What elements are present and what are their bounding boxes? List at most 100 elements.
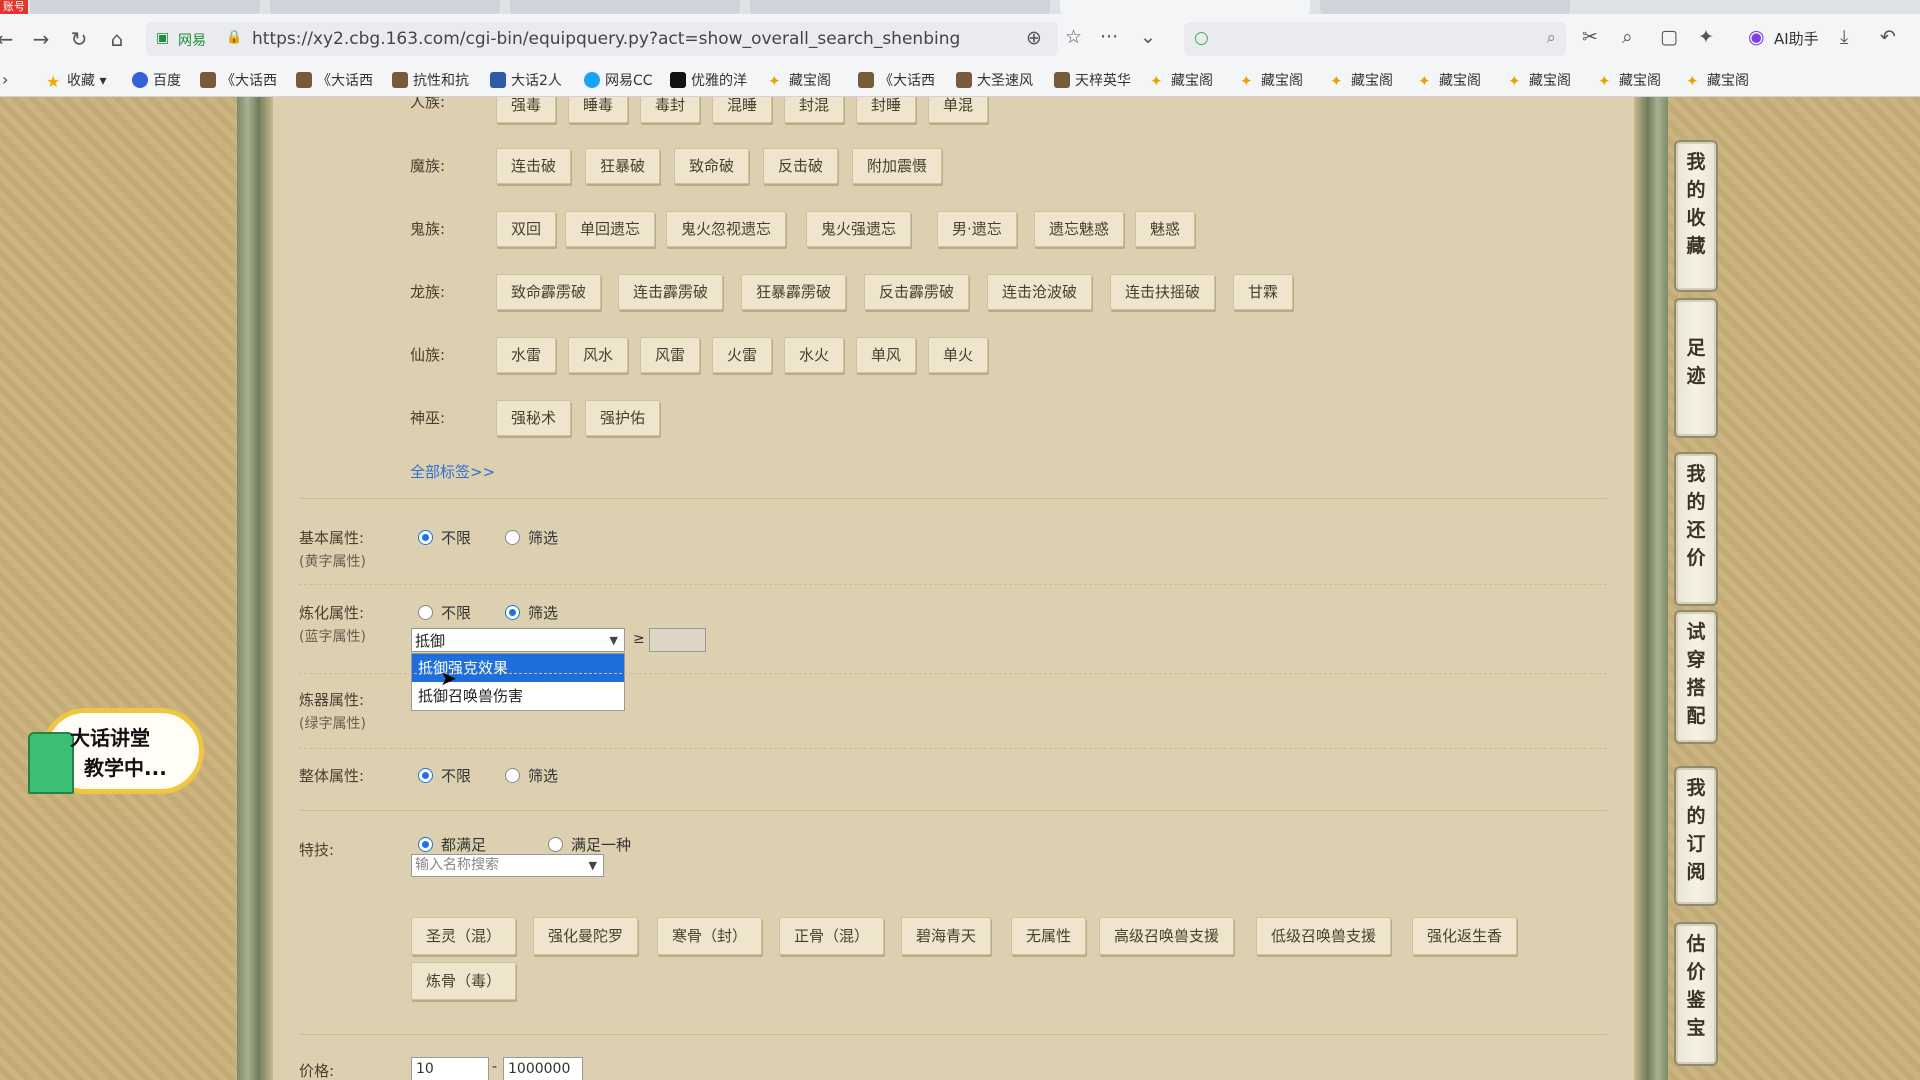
- tag-button[interactable]: 风水: [568, 337, 629, 373]
- skill-tag[interactable]: 正骨（混）: [779, 917, 885, 955]
- tag-button[interactable]: 封混: [784, 97, 845, 123]
- skill-tag[interactable]: 高级召唤兽支援: [1099, 917, 1235, 955]
- tag-button[interactable]: 单回遗忘: [565, 211, 656, 247]
- bookmark-item[interactable]: ✦ 藏宝阁: [1150, 70, 1213, 90]
- browser-tab[interactable]: [270, 0, 500, 14]
- skill-tag[interactable]: 低级召唤兽支援: [1256, 917, 1392, 955]
- tag-button[interactable]: 连击沧波破: [987, 274, 1093, 310]
- browser-tab-active[interactable]: [1060, 0, 1310, 14]
- tag-button[interactable]: 连击破: [496, 148, 572, 184]
- skill-tag[interactable]: 强化曼陀罗: [533, 917, 639, 955]
- skill-tag[interactable]: 强化返生香: [1412, 917, 1518, 955]
- bookmark-item[interactable]: 《大话西: [296, 70, 373, 90]
- download-page-icon[interactable]: ⊕: [1026, 27, 1042, 49]
- tag-button[interactable]: 致命霹雳破: [496, 274, 602, 310]
- bookmark-item[interactable]: ✦ 藏宝阁: [768, 70, 831, 90]
- side-appraisal[interactable]: 估价鉴宝: [1674, 922, 1718, 1066]
- ai-icon[interactable]: ◉: [1748, 26, 1765, 48]
- tag-button[interactable]: 双回: [496, 211, 557, 247]
- scissors-icon[interactable]: ✂: [1582, 26, 1598, 48]
- browser-tab[interactable]: [510, 0, 740, 14]
- tag-button[interactable]: 强护佑: [585, 400, 661, 436]
- bookmark-item[interactable]: 百度: [132, 70, 181, 90]
- bookmark-item[interactable]: ✦ 藏宝阁: [1508, 70, 1571, 90]
- lecture-badge[interactable]: 大话讲堂 教学中...: [28, 706, 204, 796]
- bookmark-item[interactable]: 网易CC: [584, 70, 653, 90]
- browser-tab[interactable]: [30, 0, 260, 14]
- skill-radio-all[interactable]: 都满足: [418, 834, 486, 855]
- side-footprints[interactable]: 足迹: [1674, 298, 1718, 438]
- tag-button[interactable]: 连击扶摇破: [1110, 274, 1216, 310]
- tag-button[interactable]: 毒封: [640, 97, 701, 123]
- tag-button[interactable]: 强毒: [496, 97, 557, 123]
- tag-button[interactable]: 反击霹雳破: [864, 274, 970, 310]
- refine-attr-value-input[interactable]: [649, 628, 706, 652]
- tag-button[interactable]: 狂暴霹雳破: [741, 274, 847, 310]
- skill-search-select[interactable]: 输入名称搜索 ▼: [411, 854, 604, 877]
- side-my-bargains[interactable]: 我的还价: [1674, 452, 1718, 606]
- bookmark-item[interactable]: 《大话西: [858, 70, 935, 90]
- tag-button[interactable]: 水火: [784, 337, 845, 373]
- skill-tag[interactable]: 圣灵（混）: [411, 917, 517, 955]
- basic-attr-radio-unlimited[interactable]: 不限: [418, 527, 471, 548]
- reload-icon[interactable]: ↻: [66, 26, 92, 52]
- more-icon[interactable]: ···: [1100, 26, 1118, 48]
- basic-attr-radio-filter[interactable]: 筛选: [505, 527, 558, 548]
- downloads-icon[interactable]: ⤓: [1840, 26, 1848, 48]
- overall-attr-radio-filter[interactable]: 筛选: [505, 765, 558, 786]
- tag-button[interactable]: 遗忘魅惑: [1034, 211, 1125, 247]
- tag-button[interactable]: 单风: [856, 337, 917, 373]
- bookmark-item[interactable]: 大圣速风: [956, 70, 1033, 90]
- refine-attr-select[interactable]: 抵御 ▼: [411, 628, 625, 652]
- side-try-on[interactable]: 试穿搭配: [1674, 610, 1718, 744]
- bookmark-item[interactable]: ✦ 藏宝阁: [1418, 70, 1481, 90]
- tag-button[interactable]: 狂暴破: [585, 148, 661, 184]
- refine-attr-radio-unlimited[interactable]: 不限: [418, 602, 471, 623]
- tag-button[interactable]: 火雷: [712, 337, 773, 373]
- extension-icon[interactable]: ✦: [1698, 26, 1714, 48]
- tag-button[interactable]: 单混: [928, 97, 989, 123]
- search-box[interactable]: ○ ⌕: [1184, 22, 1566, 56]
- tag-button[interactable]: 封睡: [856, 97, 917, 123]
- bookmark-item[interactable]: ✦ 藏宝阁: [1240, 70, 1303, 90]
- tag-button[interactable]: 甘霖: [1233, 274, 1294, 310]
- price-min-input[interactable]: 10: [411, 1057, 489, 1080]
- bookmark-item[interactable]: ✦ 藏宝阁: [1598, 70, 1661, 90]
- side-my-favorites[interactable]: 我的收藏: [1674, 140, 1718, 292]
- chevron-right-icon[interactable]: ›: [2, 70, 8, 89]
- browser-tab[interactable]: [750, 0, 1050, 14]
- find-icon[interactable]: ⌕: [1622, 26, 1633, 48]
- skill-tag[interactable]: 碧海青天: [901, 917, 992, 955]
- tag-button[interactable]: 睡毒: [568, 97, 629, 123]
- bookmark-item[interactable]: 《大话西: [200, 70, 277, 90]
- tag-button[interactable]: 附加震慑: [852, 148, 943, 184]
- bookmark-item[interactable]: 天梓英华: [1054, 70, 1131, 90]
- tag-button[interactable]: 单火: [928, 337, 989, 373]
- ai-assistant-label[interactable]: AI助手: [1774, 28, 1819, 49]
- home-icon[interactable]: ⌂: [104, 26, 130, 52]
- window-icon[interactable]: ▢: [1660, 26, 1678, 48]
- address-bar[interactable]: ▣ 网易 🔒 https://xy2.cbg.163.com/cgi-bin/e…: [146, 22, 1058, 56]
- search-icon[interactable]: ⌕: [1546, 28, 1556, 48]
- tag-button[interactable]: 魅惑: [1135, 211, 1196, 247]
- tag-button[interactable]: 男·遗忘: [937, 211, 1017, 247]
- skill-radio-any[interactable]: 满足一种: [548, 834, 631, 855]
- tag-button[interactable]: 风雷: [640, 337, 701, 373]
- browser-tab[interactable]: [1320, 0, 1570, 14]
- bookmark-item[interactable]: 抗性和抗: [392, 70, 469, 90]
- search-engine-icon[interactable]: ○: [1194, 28, 1209, 48]
- tag-button[interactable]: 鬼火强遗忘: [806, 211, 912, 247]
- chevron-down-icon[interactable]: ⌄: [1140, 26, 1156, 48]
- back-icon[interactable]: ←: [0, 26, 18, 52]
- overall-attr-radio-unlimited[interactable]: 不限: [418, 765, 471, 786]
- side-my-subscriptions[interactable]: 我的订阅: [1674, 766, 1718, 906]
- bookmark-item[interactable]: 大话2人: [490, 70, 562, 90]
- tag-button[interactable]: 混睡: [712, 97, 773, 123]
- tag-button[interactable]: 水雷: [496, 337, 557, 373]
- bookmark-item[interactable]: 优雅的洋: [670, 70, 747, 90]
- url-text[interactable]: https://xy2.cbg.163.com/cgi-bin/equipque…: [252, 29, 960, 49]
- bookmark-item[interactable]: ✦ 藏宝阁: [1330, 70, 1393, 90]
- undo-icon[interactable]: ↶: [1880, 26, 1896, 48]
- tag-button[interactable]: 反击破: [763, 148, 839, 184]
- skill-tag[interactable]: 寒骨（封）: [657, 917, 763, 955]
